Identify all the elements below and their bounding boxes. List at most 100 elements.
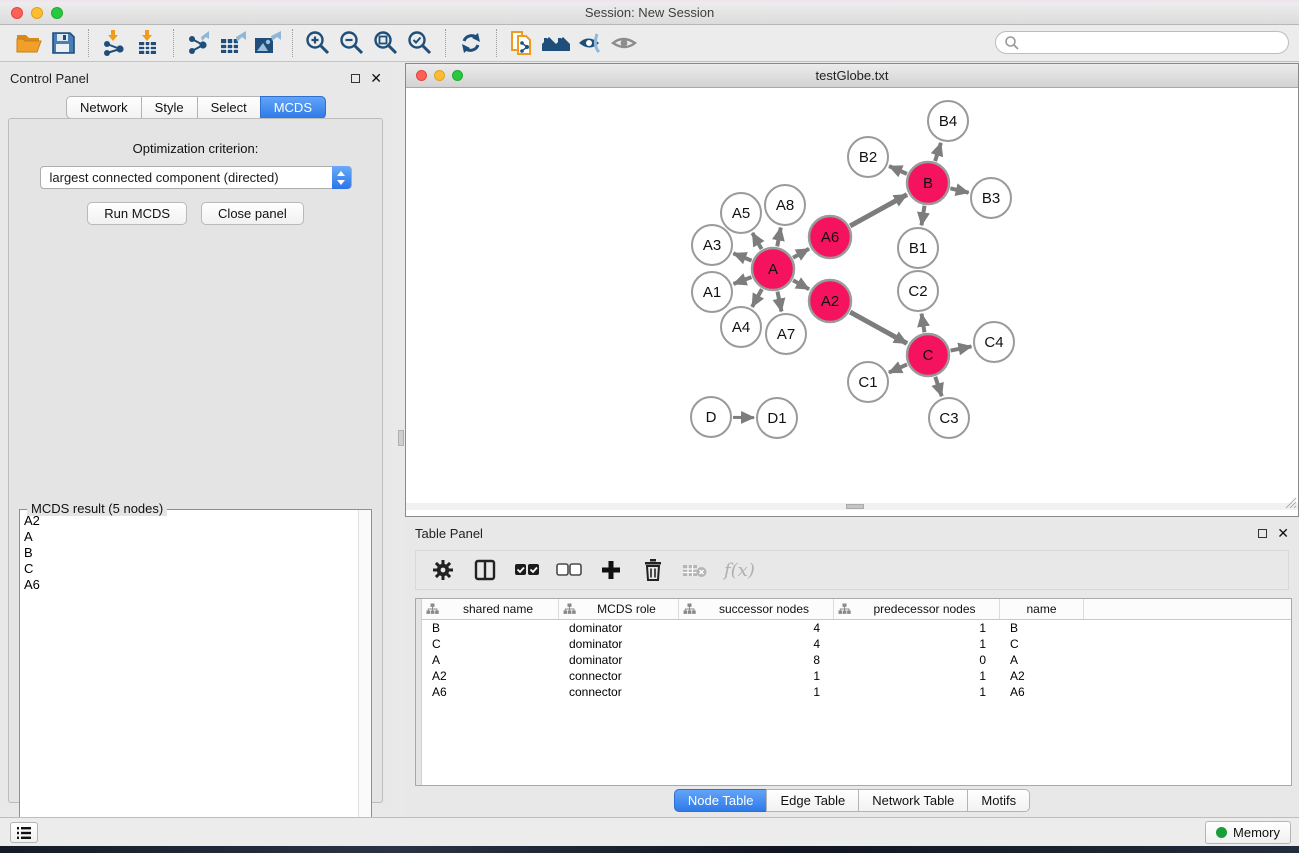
tab-edge-table[interactable]: Edge Table xyxy=(766,789,859,812)
optimization-criterion-dropdown[interactable]: largest connected component (directed) xyxy=(40,166,352,189)
column-header-shared-name[interactable]: shared name xyxy=(422,599,559,619)
zoom-fit-icon[interactable] xyxy=(369,28,403,58)
export-network-icon[interactable] xyxy=(182,28,216,58)
column-header-name[interactable]: name xyxy=(1000,599,1084,619)
add-column-icon[interactable] xyxy=(598,557,624,583)
import-network-icon[interactable] xyxy=(97,28,131,58)
zoom-in-icon[interactable] xyxy=(301,28,335,58)
graph-edge-A-A6[interactable] xyxy=(793,249,809,258)
graph-edge-A-A8[interactable] xyxy=(777,228,781,247)
graph-edge-A-A5[interactable] xyxy=(752,233,761,249)
graph-node-C1[interactable]: C1 xyxy=(848,362,888,402)
column-header-MCDS-role[interactable]: MCDS role xyxy=(559,599,679,619)
duplicate-network-icon[interactable] xyxy=(505,28,539,58)
table-row[interactable]: Cdominator41C xyxy=(422,636,1291,652)
export-image-icon[interactable] xyxy=(250,28,284,58)
graph-edge-B-B1[interactable] xyxy=(921,206,924,226)
split-divider-handle[interactable] xyxy=(398,430,404,446)
graph-node-A1[interactable]: A1 xyxy=(692,272,732,312)
graph-edge-A-A3[interactable] xyxy=(733,253,751,260)
network-graph[interactable]: B4B2BB3A5A8A6A3B1AA1C2A2A4A7C4CC1C3DD1 xyxy=(406,88,1298,503)
network-home-icon[interactable] xyxy=(539,28,573,58)
resize-grip-icon[interactable] xyxy=(1283,495,1297,509)
select-all-checked-icon[interactable] xyxy=(514,557,540,583)
save-session-icon[interactable] xyxy=(46,28,80,58)
graph-edge-C-C3[interactable] xyxy=(935,377,941,396)
mcds-result-item[interactable]: A xyxy=(24,529,358,545)
result-scrollbar[interactable] xyxy=(358,510,371,846)
close-panel-button[interactable]: Close panel xyxy=(201,202,304,225)
graph-edge-C-C2[interactable] xyxy=(922,314,925,333)
table-close-panel-icon[interactable]: ✕ xyxy=(1277,529,1289,538)
graph-edge-C-C1[interactable] xyxy=(889,364,907,372)
network-hscrollbar[interactable] xyxy=(406,503,1298,510)
network-minimize-button[interactable] xyxy=(434,70,445,81)
close-panel-icon[interactable]: ✕ xyxy=(370,74,382,83)
column-header-predecessor-nodes[interactable]: predecessor nodes xyxy=(834,599,1000,619)
graph-edge-A-A2[interactable] xyxy=(793,280,809,289)
task-history-button[interactable] xyxy=(10,822,38,843)
tab-mcds[interactable]: MCDS xyxy=(260,96,326,119)
graph-edge-B-B3[interactable] xyxy=(950,188,968,192)
graph-node-C[interactable]: C xyxy=(907,334,949,376)
table-row[interactable]: A6connector11A6 xyxy=(422,684,1291,700)
graph-node-A7[interactable]: A7 xyxy=(766,314,806,354)
float-panel-icon[interactable] xyxy=(351,74,360,83)
minimize-window-button[interactable] xyxy=(31,7,43,19)
memory-button[interactable]: Memory xyxy=(1205,821,1291,844)
tab-network[interactable]: Network xyxy=(66,96,142,119)
node-table[interactable]: shared nameMCDS rolesuccessor nodesprede… xyxy=(415,598,1292,786)
export-table-icon[interactable] xyxy=(216,28,250,58)
tab-motifs[interactable]: Motifs xyxy=(967,789,1030,812)
delete-column-icon[interactable] xyxy=(640,557,666,583)
graph-node-C3[interactable]: C3 xyxy=(929,398,969,438)
tab-style[interactable]: Style xyxy=(141,96,198,119)
graph-edge-A6-B[interactable] xyxy=(850,195,907,226)
graph-node-B3[interactable]: B3 xyxy=(971,178,1011,218)
zoom-out-icon[interactable] xyxy=(335,28,369,58)
network-hscroll-thumb[interactable] xyxy=(846,504,864,509)
deselect-all-icon[interactable] xyxy=(556,557,582,583)
table-row[interactable]: Adominator80A xyxy=(422,652,1291,668)
graph-node-B2[interactable]: B2 xyxy=(848,137,888,177)
mcds-result-item[interactable]: C xyxy=(24,561,358,577)
graph-node-D[interactable]: D xyxy=(691,397,731,437)
run-mcds-button[interactable]: Run MCDS xyxy=(87,202,187,225)
graph-node-A3[interactable]: A3 xyxy=(692,225,732,265)
network-close-button[interactable] xyxy=(416,70,427,81)
table-row[interactable]: Bdominator41B xyxy=(422,620,1291,636)
import-table-icon[interactable] xyxy=(131,28,165,58)
mcds-result-item[interactable]: A6 xyxy=(24,577,358,593)
table-settings-gear-icon[interactable] xyxy=(430,557,456,583)
zoom-window-button[interactable] xyxy=(51,7,63,19)
search-input[interactable] xyxy=(1020,32,1288,53)
search-box[interactable] xyxy=(995,31,1289,54)
graph-node-A8[interactable]: A8 xyxy=(765,185,805,225)
graph-node-A5[interactable]: A5 xyxy=(721,193,761,233)
graph-edge-A-A7[interactable] xyxy=(778,292,782,312)
graph-node-A4[interactable]: A4 xyxy=(721,307,761,347)
graph-node-A2[interactable]: A2 xyxy=(809,280,851,322)
graph-node-B[interactable]: B xyxy=(907,162,949,204)
graph-node-D1[interactable]: D1 xyxy=(757,398,797,438)
graph-edge-B-B4[interactable] xyxy=(935,143,941,161)
refresh-layout-icon[interactable] xyxy=(454,28,488,58)
graph-edge-A2-C[interactable] xyxy=(850,312,907,343)
tab-network-table[interactable]: Network Table xyxy=(858,789,968,812)
graph-node-B4[interactable]: B4 xyxy=(928,101,968,141)
show-eye-icon[interactable] xyxy=(607,28,641,58)
graph-node-C2[interactable]: C2 xyxy=(898,271,938,311)
close-window-button[interactable] xyxy=(11,7,23,19)
column-header-successor-nodes[interactable]: successor nodes xyxy=(679,599,834,619)
tab-node-table[interactable]: Node Table xyxy=(674,789,768,812)
graph-edge-B-B2[interactable] xyxy=(889,166,907,174)
network-canvas[interactable]: B4B2BB3A5A8A6A3B1AA1C2A2A4A7C4CC1C3DD1 xyxy=(406,88,1298,510)
graph-node-B1[interactable]: B1 xyxy=(898,228,938,268)
column-selector-icon[interactable] xyxy=(472,557,498,583)
table-float-panel-icon[interactable] xyxy=(1258,529,1267,538)
graph-edge-A-A4[interactable] xyxy=(752,289,762,307)
open-session-icon[interactable] xyxy=(12,28,46,58)
zoom-selected-icon[interactable] xyxy=(403,28,437,58)
network-zoom-button[interactable] xyxy=(452,70,463,81)
graph-node-C4[interactable]: C4 xyxy=(974,322,1014,362)
